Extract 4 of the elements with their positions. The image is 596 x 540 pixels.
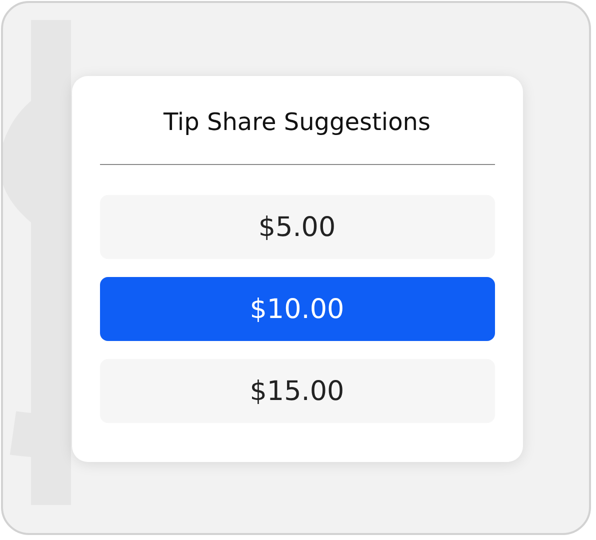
tip-option[interactable]: $15.00 — [100, 359, 494, 423]
tip-option[interactable]: $10.00 — [100, 277, 494, 341]
tip-option[interactable]: $5.00 — [100, 195, 494, 259]
card-title: Tip Share Suggestions — [162, 107, 432, 138]
